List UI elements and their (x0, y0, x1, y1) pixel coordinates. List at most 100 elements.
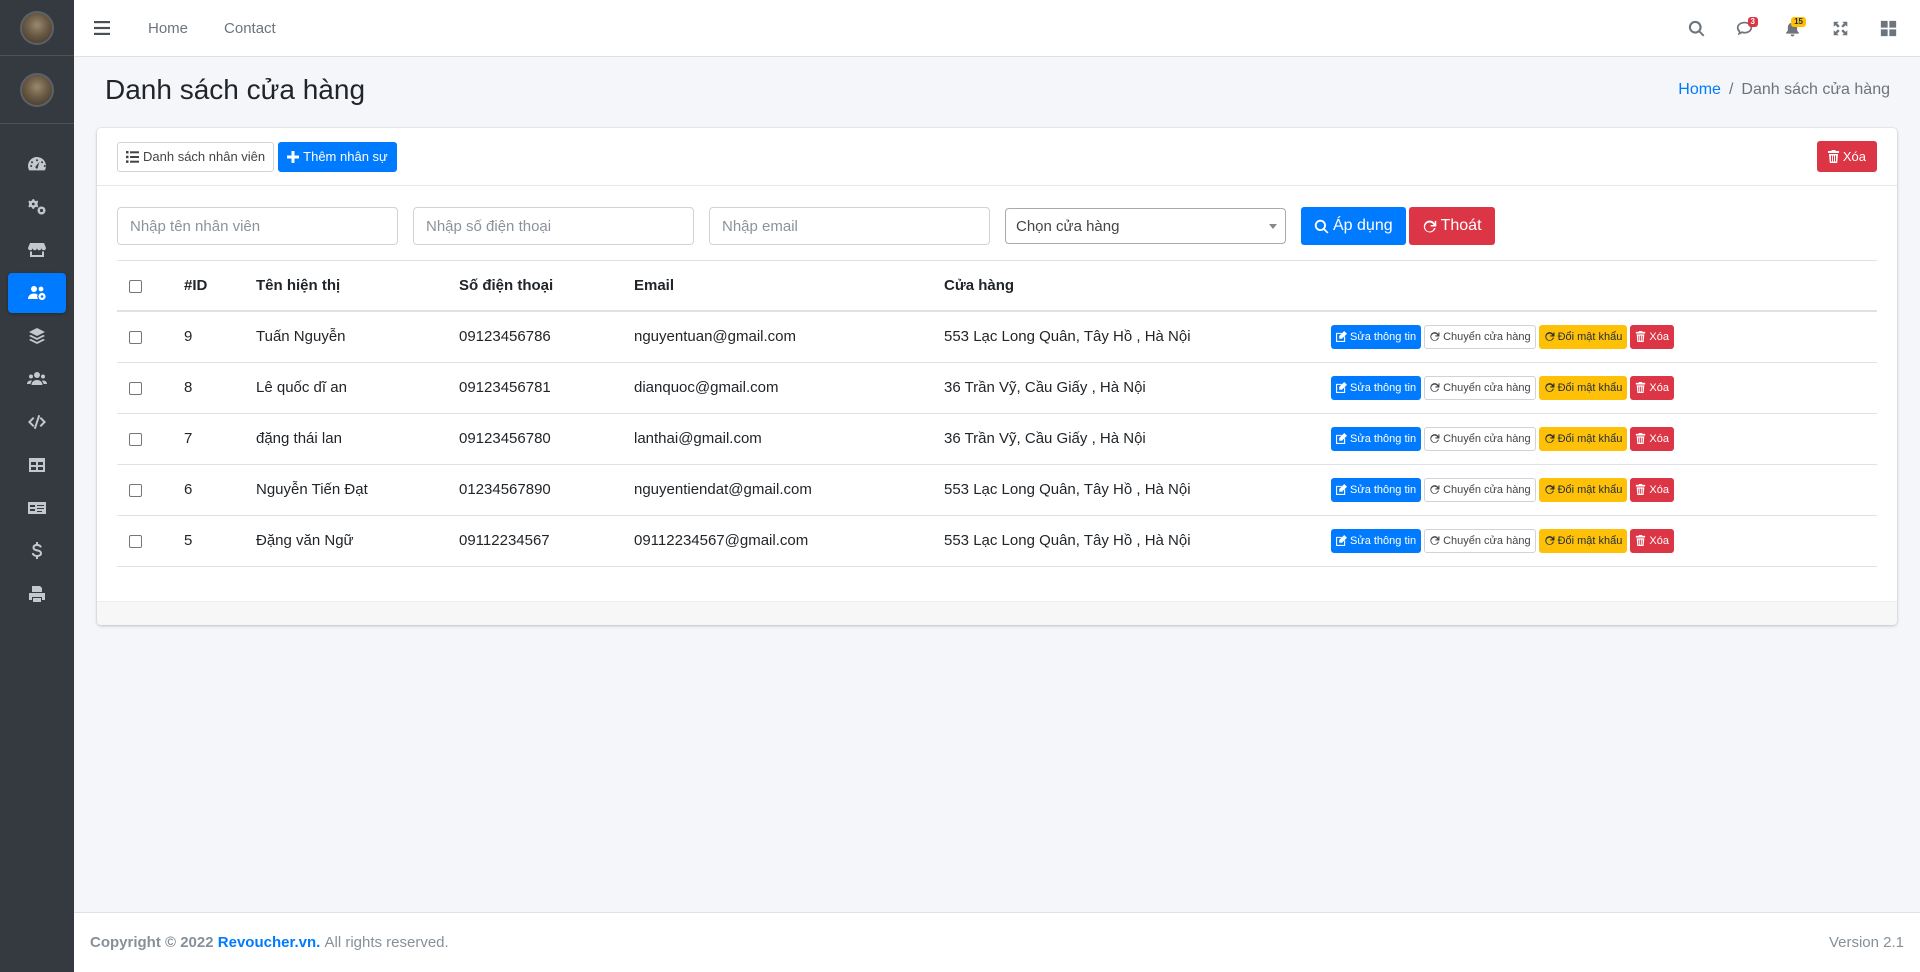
cell-id: 6 (184, 464, 256, 516)
fullscreen-button[interactable] (1816, 8, 1864, 48)
column-header-email[interactable]: Email (634, 261, 944, 312)
delete-row-label: Xóa (1649, 534, 1669, 547)
row-checkbox[interactable] (129, 381, 142, 395)
edit-info-button[interactable]: Sửa thông tin (1331, 477, 1422, 502)
sidebar-item-store[interactable] (8, 230, 66, 270)
messages-button[interactable]: 3 (1720, 8, 1768, 48)
brand-avatar (20, 10, 54, 45)
change-password-button[interactable]: Đổi mật khẩu (1538, 426, 1628, 451)
notifications-badge: 15 (1791, 17, 1806, 27)
row-checkbox[interactable] (129, 483, 142, 497)
sidebar-item-settings[interactable] (8, 187, 66, 227)
column-header-name[interactable]: Tên hiện thị (256, 261, 459, 312)
brand-logo[interactable] (0, 0, 74, 56)
staff-table: #ID Tên hiện thị Số điện thoại Email Cửa… (117, 261, 1877, 567)
column-header-phone[interactable]: Số điện thoại (459, 261, 634, 312)
edit-info-button[interactable]: Sửa thông tin (1331, 324, 1422, 349)
delete-row-button[interactable]: Xóa (1630, 528, 1674, 553)
sidebar-item-staff[interactable] (8, 273, 66, 313)
staff-list-button[interactable]: Danh sách nhân viên (117, 141, 275, 172)
sidebar-item-users[interactable] (8, 359, 66, 399)
card-footer (97, 601, 1897, 625)
page-title: Danh sách cửa hàng (105, 74, 366, 105)
sidebar-item-layers[interactable] (8, 316, 66, 356)
user-panel[interactable] (0, 56, 74, 124)
delete-row-label: Xóa (1649, 330, 1669, 343)
store-select[interactable]: Chọn cửa hàng (1005, 208, 1286, 244)
users-cog-icon (28, 286, 46, 301)
refresh-icon (1430, 434, 1440, 443)
filter-bar: Chọn cửa hàng Áp dụng Thoát (117, 206, 1877, 246)
sidebar-item-cards[interactable] (8, 488, 66, 528)
edit-icon (1336, 484, 1347, 495)
row-checkbox[interactable] (129, 432, 142, 446)
staff-list-label: Danh sách nhân viên (143, 149, 266, 164)
sidebar-item-dashboard[interactable] (8, 144, 66, 184)
cell-email: nguyentiendat@gmail.com (634, 464, 944, 516)
layers-icon (29, 328, 45, 344)
move-store-button[interactable]: Chuyển cửa hàng (1424, 528, 1536, 553)
delete-selected-button[interactable]: Xóa (1816, 141, 1877, 172)
search-button[interactable] (1672, 8, 1720, 48)
phone-input[interactable] (413, 207, 694, 245)
staff-name-input[interactable] (117, 207, 398, 245)
move-store-label: Chuyển cửa hàng (1443, 381, 1531, 394)
move-store-button[interactable]: Chuyển cửa hàng (1424, 375, 1536, 400)
refresh-icon (1430, 383, 1440, 392)
sidebar-item-code[interactable] (8, 402, 66, 442)
breadcrumb-home-link[interactable]: Home (1678, 81, 1721, 99)
column-header-id[interactable]: #ID (184, 261, 256, 312)
exit-filter-button[interactable]: Thoát (1408, 207, 1495, 245)
notifications-button[interactable]: 15 (1768, 8, 1816, 48)
delete-row-button[interactable]: Xóa (1630, 324, 1674, 349)
column-header-store[interactable]: Cửa hàng (944, 261, 1331, 312)
edit-info-label: Sửa thông tin (1350, 381, 1417, 394)
move-store-button[interactable]: Chuyển cửa hàng (1424, 477, 1536, 502)
nav-link-home[interactable]: Home (130, 20, 206, 37)
apply-filter-button[interactable]: Áp dụng (1301, 207, 1406, 245)
table-row: 9 Tuấn Nguyễn 09123456786 nguyentuan@gmail.… (117, 311, 1877, 363)
main-sidebar (0, 0, 74, 972)
delete-row-button[interactable]: Xóa (1630, 477, 1674, 502)
delete-row-button[interactable]: Xóa (1630, 375, 1674, 400)
cell-name: Tuấn Nguyễn (256, 311, 459, 363)
trash-icon (1636, 331, 1646, 343)
trash-icon (1636, 484, 1646, 495)
change-password-button[interactable]: Đổi mật khẩu (1538, 375, 1628, 400)
row-checkbox-cell (117, 464, 184, 516)
change-password-button[interactable]: Đổi mật khẩu (1538, 528, 1628, 553)
expand-icon (1833, 21, 1847, 35)
change-password-button[interactable]: Đổi mật khẩu (1538, 324, 1628, 349)
control-sidebar-button[interactable] (1864, 8, 1912, 48)
email-input[interactable] (709, 207, 990, 245)
edit-icon (1336, 382, 1347, 393)
edit-info-label: Sửa thông tin (1350, 432, 1417, 445)
change-password-button[interactable]: Đổi mật khẩu (1538, 477, 1628, 502)
edit-info-button[interactable]: Sửa thông tin (1331, 528, 1422, 553)
rights-text: All rights reserved. (324, 934, 449, 951)
add-staff-button[interactable]: Thêm nhân sự (278, 141, 397, 172)
move-store-button[interactable]: Chuyển cửa hàng (1424, 324, 1536, 349)
move-store-button[interactable]: Chuyển cửa hàng (1424, 426, 1536, 451)
row-checkbox[interactable] (129, 534, 142, 548)
row-actions: Sửa thông tin Chuyển cửa hàng Đổi mật khẩu… (1331, 375, 1877, 400)
sidebar-item-finance[interactable] (8, 531, 66, 571)
delete-row-button[interactable]: Xóa (1630, 426, 1674, 451)
row-actions: Sửa thông tin Chuyển cửa hàng Đổi mật khẩu… (1331, 324, 1877, 349)
select-all-checkbox[interactable] (129, 279, 142, 293)
row-checkbox[interactable] (129, 330, 142, 344)
row-actions: Sửa thông tin Chuyển cửa hàng Đổi mật khẩu… (1331, 426, 1877, 451)
trash-icon (1636, 535, 1646, 546)
edit-info-button[interactable]: Sửa thông tin (1331, 426, 1422, 451)
cell-actions: Sửa thông tin Chuyển cửa hàng Đổi mật khẩu… (1331, 311, 1877, 363)
nav-link-contact[interactable]: Contact (206, 20, 294, 37)
copyright-text: Copyright © 2022 (90, 934, 214, 951)
brand-link[interactable]: Revoucher.vn. (218, 934, 321, 951)
menu-toggle-button[interactable] (74, 21, 130, 35)
id-card-icon (28, 502, 46, 514)
edit-info-button[interactable]: Sửa thông tin (1331, 375, 1422, 400)
sidebar-item-print[interactable] (8, 574, 66, 614)
list-icon (126, 150, 139, 163)
refresh-icon (1430, 536, 1440, 545)
sidebar-item-table[interactable] (8, 445, 66, 485)
